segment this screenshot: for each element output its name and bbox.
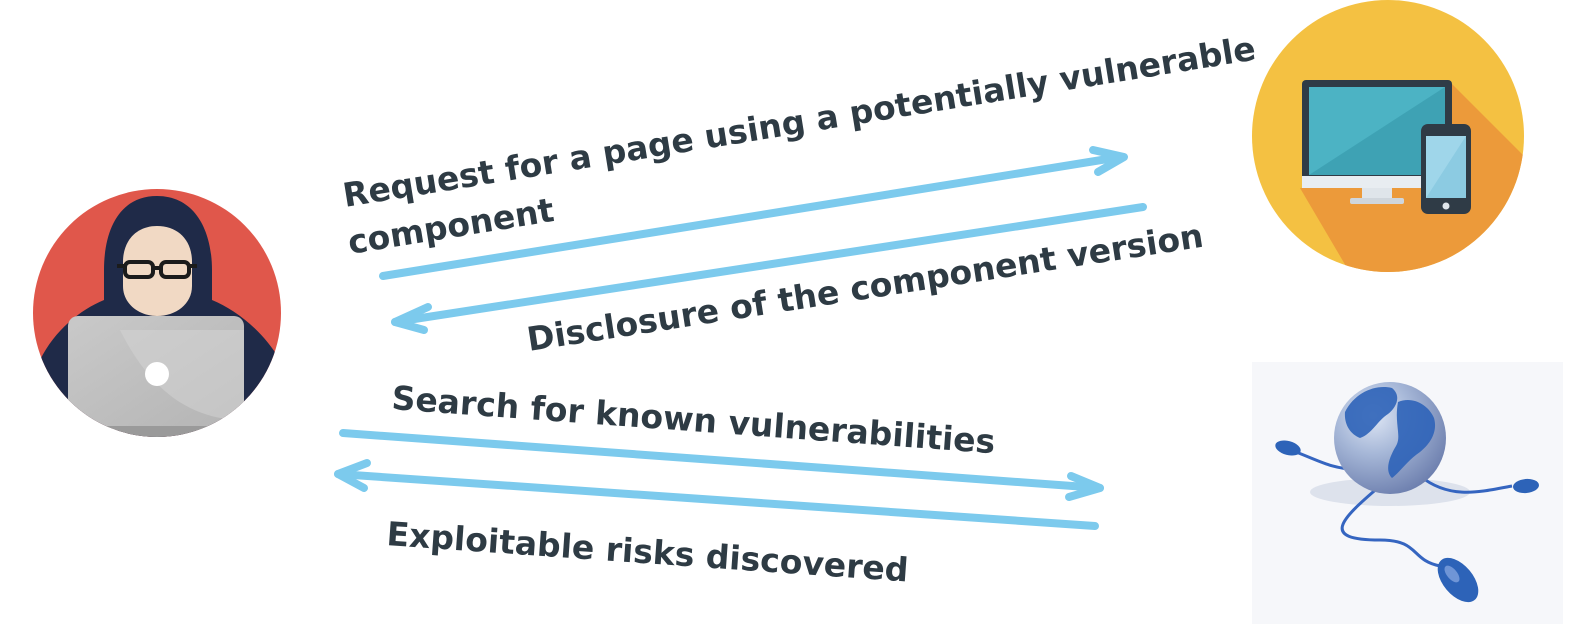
globe-with-mice-icon <box>1252 362 1563 624</box>
hacker-face <box>123 226 192 316</box>
request-label-line1: Request for a page using a potentially v… <box>340 29 1258 215</box>
desktop-and-phone-icon <box>1252 0 1524 272</box>
laptop-logo-icon <box>145 362 169 386</box>
search-label: Search for known vulnerabilities <box>390 378 996 461</box>
laptop-base <box>52 426 262 437</box>
monitor-stand <box>1350 198 1404 204</box>
exploit-label: Exploitable risks discovered <box>385 514 909 589</box>
phone-home-button <box>1442 202 1450 210</box>
attack-flow-diagram: Request for a page using a potentially v… <box>33 0 1563 624</box>
hooded-hacker-with-laptop-icon <box>33 189 281 437</box>
exploit-arrow <box>334 459 1099 530</box>
